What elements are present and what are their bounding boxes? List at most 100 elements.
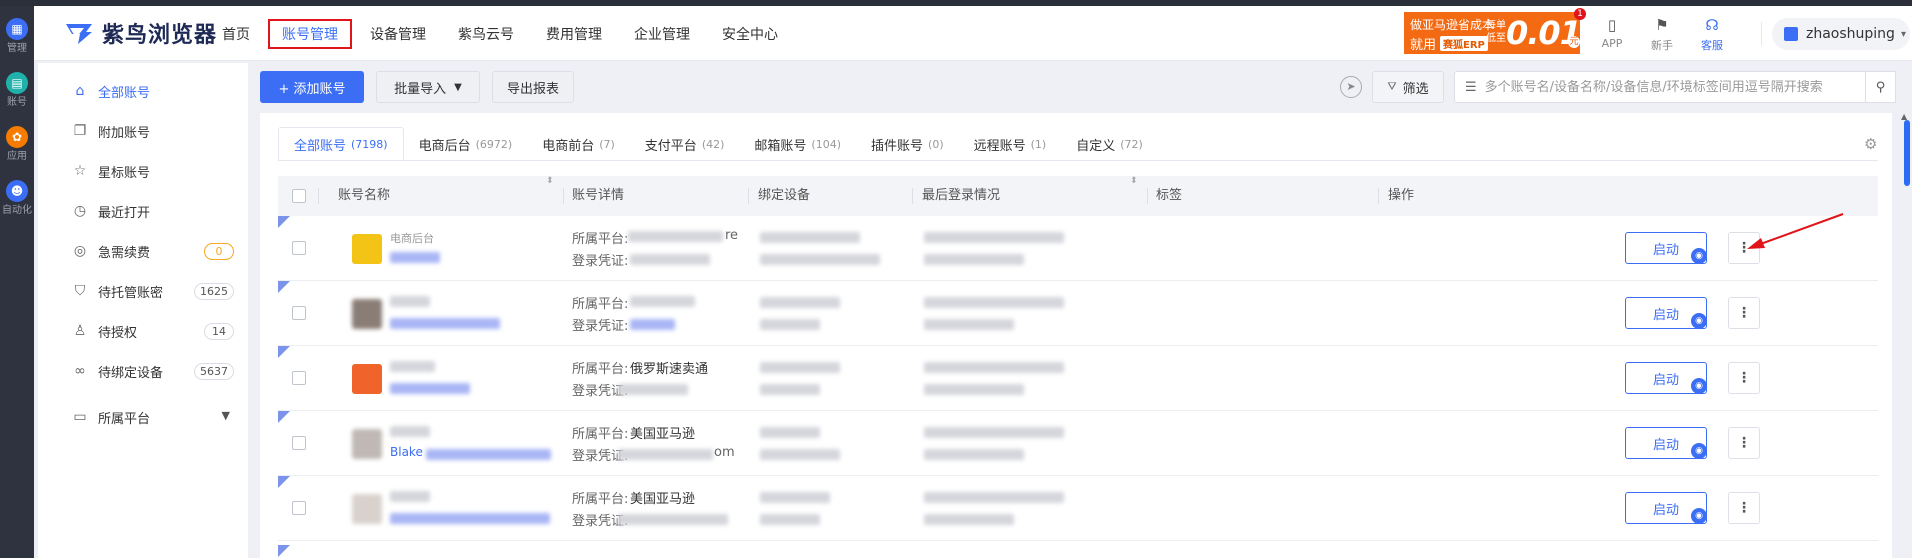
column-divider bbox=[318, 188, 319, 204]
tab-email[interactable]: 邮箱账号 (104) bbox=[739, 127, 856, 161]
tab-custom[interactable]: 自定义 (72) bbox=[1061, 127, 1158, 161]
sidebar-item-renewal[interactable]: ◎ 急需续费 0 bbox=[38, 231, 248, 271]
sort-icon[interactable]: ⬍ bbox=[1130, 176, 1138, 186]
monitor-icon: ▭ bbox=[73, 409, 87, 425]
nav-home[interactable]: 首页 bbox=[222, 20, 250, 48]
tab-all[interactable]: 全部账号 (7198) bbox=[278, 127, 404, 161]
more-actions-button[interactable]: ⋮ bbox=[1728, 297, 1760, 329]
guide-button[interactable]: ⚑ 新手 bbox=[1642, 16, 1682, 53]
table-row[interactable]: 所属平台: 美国亚马逊 登录凭证: 启动 ◉ ⋮ bbox=[278, 476, 1878, 541]
search-icon: ⚲ bbox=[1875, 79, 1886, 95]
nav-device-management[interactable]: 设备管理 bbox=[370, 20, 426, 48]
guide-icon: ⚑ bbox=[1655, 16, 1669, 34]
nav-enterprise[interactable]: 企业管理 bbox=[634, 20, 690, 48]
sort-icon[interactable]: ⬍ bbox=[546, 176, 554, 186]
launch-button[interactable]: 启动 ◉ bbox=[1625, 232, 1707, 264]
nav-billing[interactable]: 费用管理 bbox=[546, 20, 602, 48]
rail-item-automation[interactable]: ☻ 自动化 bbox=[0, 180, 34, 217]
account-name-redacted bbox=[390, 296, 430, 307]
table-row[interactable]: 电商后台 所属平台: re 登录凭证: 启动 ◉ ⋮ bbox=[278, 216, 1878, 281]
star-icon: ☆ bbox=[73, 163, 87, 179]
send-icon[interactable]: ➤ bbox=[1340, 76, 1362, 98]
support-button[interactable]: ☊ 客服 bbox=[1692, 16, 1732, 53]
sidebar-item-all-accounts[interactable]: ⌂ 全部账号 bbox=[38, 71, 248, 111]
count-badge: 0 bbox=[204, 243, 234, 260]
rail-item-account[interactable]: ▤ 账号 bbox=[0, 72, 34, 109]
count-badge: 14 bbox=[204, 323, 234, 340]
rail-item-app[interactable]: ✿ 应用 bbox=[0, 126, 34, 163]
nav-cloud-number[interactable]: 紫鸟云号 bbox=[458, 20, 514, 48]
tab-payment[interactable]: 支付平台 (42) bbox=[630, 127, 740, 161]
nav-security[interactable]: 安全中心 bbox=[722, 20, 778, 48]
account-list-card: 全部账号 (7198) 电商后台 (6972) 电商前台 (7) 支付平台 (42) 邮… bbox=[260, 113, 1892, 558]
select-all-checkbox[interactable] bbox=[292, 189, 306, 203]
sidebar-item-attached-accounts[interactable]: ❐ 附加账号 bbox=[38, 111, 248, 151]
rail-item-manage[interactable]: ▦ 管理 bbox=[0, 18, 34, 55]
search-button[interactable]: ⚲ bbox=[1866, 71, 1896, 103]
column-divider bbox=[563, 188, 564, 204]
count-badge: 1625 bbox=[194, 283, 234, 300]
login-redacted bbox=[924, 427, 1064, 438]
gear-icon[interactable]: ⚙ bbox=[1864, 135, 1877, 153]
column-header-device: 绑定设备 bbox=[758, 188, 811, 203]
row-checkbox[interactable] bbox=[292, 501, 306, 515]
user-menu[interactable]: zhaoshuping ▾ bbox=[1772, 18, 1910, 50]
row-checkbox[interactable] bbox=[292, 371, 306, 385]
table-row[interactable]: 所属平台: 登录凭证: 启动 ◉ ⋮ bbox=[278, 281, 1878, 346]
more-actions-button[interactable]: ⋮ bbox=[1728, 492, 1760, 524]
search-box: ☰ bbox=[1454, 71, 1866, 103]
sidebar-item-pending-credentials[interactable]: ⛉ 待托管账密 1625 bbox=[38, 271, 248, 311]
sidebar-item-platform[interactable]: ▭ 所属平台 ▼ bbox=[38, 397, 248, 437]
launch-button[interactable]: 启动 ◉ bbox=[1625, 492, 1707, 524]
table-row[interactable]: Blake 所属平台: 美国亚马逊 登录凭证: om 启动 ◉ ⋮ bbox=[278, 411, 1878, 476]
search-input[interactable] bbox=[1484, 79, 1865, 95]
count-badge: 5637 bbox=[194, 363, 234, 380]
sidebar-item-pending-device[interactable]: ∞ 待绑定设备 5637 bbox=[38, 351, 248, 391]
sidebar-item-recent[interactable]: ◷ 最近打开 bbox=[38, 191, 248, 231]
row-checkbox[interactable] bbox=[292, 306, 306, 320]
nav-account-management[interactable]: 账号管理 bbox=[268, 18, 352, 49]
sidebar-item-starred[interactable]: ☆ 星标账号 bbox=[38, 151, 248, 191]
logo-bird-icon bbox=[66, 24, 92, 44]
launch-button[interactable]: 启动 ◉ bbox=[1625, 297, 1707, 329]
export-report-button[interactable]: 导出报表 bbox=[492, 71, 574, 103]
chrome-icon: ◉ bbox=[1691, 378, 1707, 394]
launch-button[interactable]: 启动 ◉ bbox=[1625, 362, 1707, 394]
row-checkbox[interactable] bbox=[292, 241, 306, 255]
category-tabs: 全部账号 (7198) 电商后台 (6972) 电商前台 (7) 支付平台 (42) 邮… bbox=[278, 127, 1158, 161]
add-account-button[interactable]: + 添加账号 bbox=[260, 71, 364, 103]
logo[interactable]: 紫鸟浏览器 bbox=[64, 18, 217, 48]
left-rail: ▦ 管理 ▤ 账号 ✿ 应用 ☻ 自动化 bbox=[0, 6, 34, 558]
robot-icon: ☻ bbox=[6, 180, 28, 202]
column-divider bbox=[748, 188, 749, 204]
tab-remote[interactable]: 远程账号 (1) bbox=[959, 127, 1062, 161]
tab-plugin[interactable]: 插件账号 (0) bbox=[856, 127, 959, 161]
tab-ecom-frontend[interactable]: 电商前台 (7) bbox=[527, 127, 630, 161]
login-redacted bbox=[924, 449, 1024, 460]
scrollbar-thumb[interactable] bbox=[1904, 120, 1910, 186]
sidebar-item-pending-authorization[interactable]: ♙ 待授权 14 bbox=[38, 311, 248, 351]
column-divider bbox=[912, 188, 913, 204]
device-redacted bbox=[760, 492, 830, 503]
launch-button[interactable]: 启动 ◉ bbox=[1625, 427, 1707, 459]
account-name-redacted bbox=[390, 491, 430, 502]
more-actions-button[interactable]: ⋮ bbox=[1728, 427, 1760, 459]
batch-import-button[interactable]: 批量导入 ▼ bbox=[376, 71, 480, 103]
promo-banner[interactable]: 做亚马逊省成本 就用 赛狐ERP 每单低至 0.016 元 1 bbox=[1404, 8, 1603, 54]
tab-ecom-backend[interactable]: 电商后台 (6972) bbox=[404, 127, 528, 161]
device-redacted bbox=[760, 362, 840, 373]
row-checkbox[interactable] bbox=[292, 436, 306, 450]
table-row[interactable]: 所属平台: 俄罗斯速卖通 登录凭证: 启动 ◉ ⋮ bbox=[278, 346, 1878, 411]
row-marker bbox=[278, 346, 290, 358]
platform-redacted bbox=[630, 296, 695, 307]
top-header: 紫鸟浏览器 首页 账号管理 设备管理 紫鸟云号 费用管理 企业管理 安全中心 做… bbox=[34, 6, 1912, 61]
app-button[interactable]: ▯ APP bbox=[1592, 16, 1632, 50]
account-avatar bbox=[352, 234, 382, 264]
device-redacted bbox=[760, 449, 840, 460]
login-redacted bbox=[924, 384, 1024, 395]
filter-button[interactable]: ⛛ 筛选 bbox=[1372, 71, 1444, 103]
more-actions-button[interactable]: ⋮ bbox=[1728, 362, 1760, 394]
device-redacted bbox=[760, 384, 820, 395]
platform-redacted bbox=[628, 231, 723, 242]
device-redacted bbox=[760, 297, 840, 308]
